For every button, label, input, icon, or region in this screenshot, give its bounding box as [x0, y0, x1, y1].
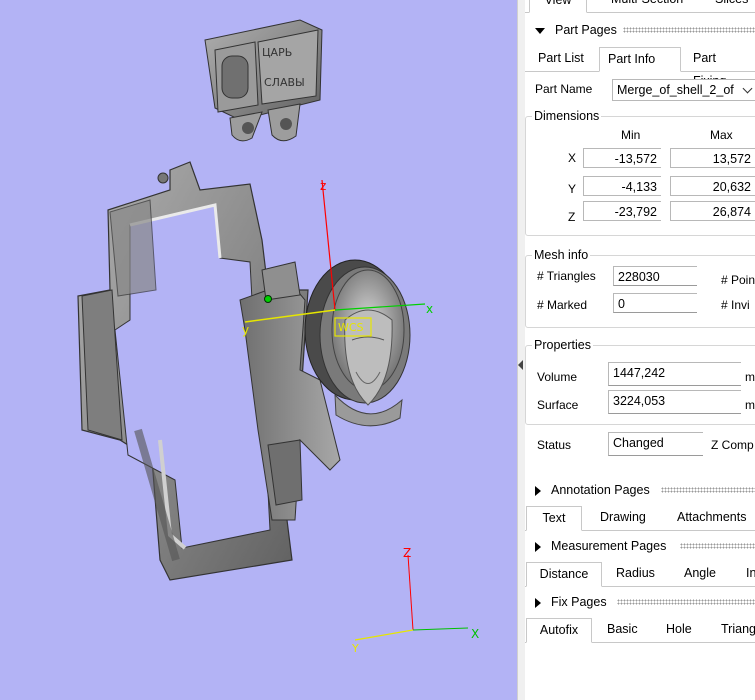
- side-panel: View Multi-Section Slices Part Pages Par…: [525, 0, 755, 700]
- viewport-canvas: ЦАРЬ СЛАВЫ z x y WCS Z X Y: [77, 19, 479, 655]
- mesh-info-title: Mesh info: [532, 248, 591, 262]
- surface-label: Surface: [537, 398, 579, 412]
- ref-axis-z-label: Z: [403, 546, 411, 560]
- dim-col-min: Min: [621, 128, 641, 142]
- tab-hole[interactable]: Hole: [658, 618, 700, 641]
- tab-radius[interactable]: Radius: [608, 562, 663, 585]
- dim-row-x-label: X: [568, 151, 577, 165]
- measurement-pages-title: Measurement Pages: [551, 539, 667, 553]
- invalid-label: # Invi: [721, 298, 750, 312]
- dim-z-min-field[interactable]: -23,792: [583, 201, 661, 221]
- tab-slices[interactable]: Slices: [707, 0, 755, 11]
- dim-y-min-field[interactable]: -4,133: [583, 176, 661, 196]
- ref-axis-x-label: X: [471, 627, 479, 641]
- part-pages-title: Part Pages: [555, 23, 617, 37]
- expand-right-icon: [535, 485, 541, 496]
- tab-distance[interactable]: Distance: [526, 562, 602, 587]
- properties-title: Properties: [532, 338, 593, 352]
- tab-angle[interactable]: Angle: [676, 562, 724, 585]
- status-label: Status: [537, 438, 572, 452]
- bail-engraving-line2: СЛАВЫ: [264, 76, 305, 89]
- tab-part-info[interactable]: Part Info: [599, 47, 681, 72]
- part-name-dropdown[interactable]: Merge_of_shell_2_of: [612, 79, 755, 101]
- surface-field[interactable]: 3224,053: [608, 390, 741, 414]
- dim-row-y-label: Y: [568, 182, 577, 196]
- tab-part-fixing[interactable]: Part Fixing: [685, 47, 755, 88]
- tab-triang[interactable]: Triang: [713, 618, 755, 641]
- points-label: # Poin: [721, 273, 755, 287]
- 3d-viewport[interactable]: ЦАРЬ СЛАВЫ z x y WCS Z X Y: [0, 0, 517, 700]
- tab-basic[interactable]: Basic: [599, 618, 646, 641]
- z-comp-label: Z Comp: [711, 438, 754, 452]
- triangles-label: # Triangles: [537, 269, 596, 283]
- volume-field[interactable]: 1447,242: [608, 362, 741, 386]
- dimensions-title: Dimensions: [532, 109, 602, 123]
- bail-engraving-line1: ЦАРЬ: [262, 46, 292, 59]
- status-field: Changed: [608, 432, 703, 456]
- fix-pages-title: Fix Pages: [551, 595, 607, 609]
- wcs-label: WCS: [338, 321, 364, 334]
- expand-right-icon: [535, 597, 541, 608]
- local-axis-z-label: z: [320, 179, 326, 193]
- measurement-pages-header[interactable]: Measurement Pages: [525, 535, 666, 557]
- tab-autofix[interactable]: Autofix: [526, 618, 592, 643]
- part-pages-header[interactable]: Part Pages: [525, 19, 617, 41]
- collapse-down-icon: [535, 27, 545, 34]
- fix-tab-row: Autofix Basic Hole Triang: [525, 618, 755, 643]
- bail-part[interactable]: ЦАРЬ СЛАВЫ: [204, 19, 323, 142]
- reference-axes: Z X Y: [351, 546, 479, 655]
- measurement-pages-dots: [680, 543, 755, 549]
- part-pages-dots: [623, 27, 755, 33]
- tab-drawing[interactable]: Drawing: [592, 506, 654, 529]
- measurement-tab-row: Distance Radius Angle In: [525, 562, 755, 587]
- surface-unit: m: [745, 398, 755, 412]
- dim-x-min-field[interactable]: -13,572: [583, 148, 661, 168]
- tab-text[interactable]: Text: [526, 506, 582, 531]
- tab-in[interactable]: In: [738, 562, 755, 585]
- fix-pages-dots: [617, 599, 755, 605]
- dim-x-max-field[interactable]: 13,572: [670, 148, 755, 168]
- dim-z-max-field[interactable]: 26,874: [670, 201, 755, 221]
- marked-label: # Marked: [537, 298, 588, 312]
- fix-pages-header[interactable]: Fix Pages: [525, 591, 607, 613]
- expand-right-icon: [535, 541, 541, 552]
- top-tab-row: View Multi-Section Slices: [525, 0, 755, 13]
- splitter-grip-icon[interactable]: [518, 360, 523, 370]
- dim-y-max-field[interactable]: 20,632: [670, 176, 755, 196]
- part-name-label: Part Name: [535, 82, 593, 96]
- annotation-pages-title: Annotation Pages: [551, 483, 650, 497]
- marked-field[interactable]: 0: [613, 293, 697, 313]
- local-axis-y-label: y: [242, 323, 249, 337]
- triangles-field[interactable]: 228030: [613, 266, 697, 286]
- annotation-pages-header[interactable]: Annotation Pages: [525, 479, 650, 501]
- dim-col-max: Max: [710, 128, 733, 142]
- annotation-pages-dots: [661, 487, 755, 493]
- volume-unit: m: [745, 370, 755, 384]
- annotation-tab-row: Text Drawing Attachments: [525, 506, 755, 531]
- local-axis-x-label: x: [426, 302, 433, 316]
- dim-row-z-label: Z: [568, 210, 576, 224]
- tab-attachments[interactable]: Attachments: [669, 506, 754, 529]
- part-name-value: Merge_of_shell_2_of: [617, 83, 734, 97]
- part-tab-row: Part List Part Info Part Fixing: [525, 47, 755, 88]
- tab-view[interactable]: View: [529, 0, 587, 13]
- tab-part-list[interactable]: Part List: [530, 47, 592, 70]
- chevron-down-icon: [742, 83, 753, 94]
- tab-multi-section[interactable]: Multi-Section: [603, 0, 691, 11]
- ref-axis-y-label: Y: [351, 642, 359, 655]
- volume-label: Volume: [537, 370, 578, 384]
